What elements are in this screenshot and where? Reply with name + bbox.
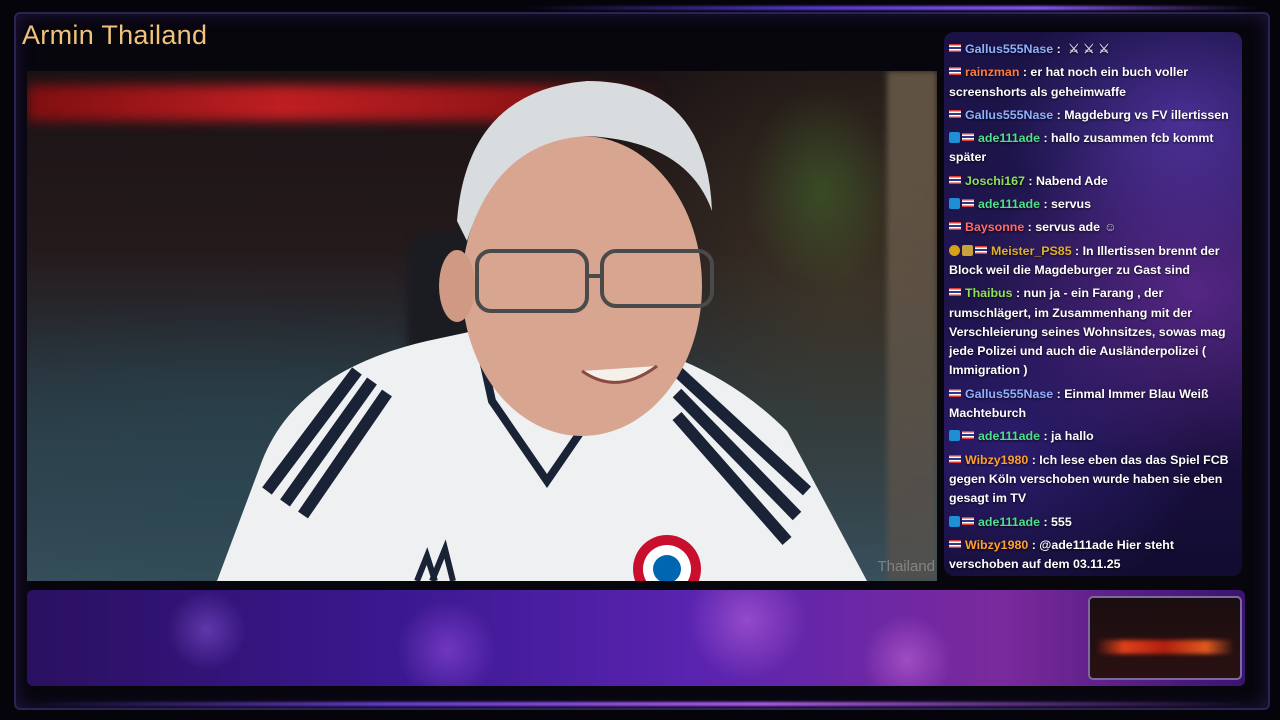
chat-separator: : <box>1019 65 1031 80</box>
chat-message: rainzman : er hat noch ein buch voller s… <box>949 63 1241 102</box>
chat-message: Wibzy1980 : @ade111ade Hier steht versch… <box>949 536 1241 575</box>
chat-username[interactable]: Meister_PS85 <box>991 244 1072 258</box>
thailand-flag-icon <box>949 175 961 184</box>
chat-username[interactable]: Gallus555Nase <box>965 387 1053 401</box>
thailand-flag-icon <box>949 222 961 231</box>
thailand-flag-icon <box>962 516 974 525</box>
chat-username[interactable]: Baysonne <box>965 220 1024 234</box>
chat-message: ade111ade : ja hallo <box>949 427 1241 446</box>
chat-username[interactable]: Wibzy1980 <box>965 538 1028 552</box>
chat-username[interactable]: Gallus555Nase <box>965 42 1053 56</box>
thailand-flag-icon <box>975 245 987 254</box>
chat-message: Joschi167 : Nabend Ade <box>949 172 1241 191</box>
chat-message-text: In Illertissen brennt der Block weil die… <box>949 243 1220 277</box>
chat-message-text: 555 <box>1051 514 1072 529</box>
webcam-video[interactable]: Thailand <box>27 71 937 581</box>
thailand-flag-icon <box>962 199 974 208</box>
preview-thumbnail <box>1088 596 1242 680</box>
frame-glow-bottom <box>30 702 1250 706</box>
thailand-flag-icon <box>962 431 974 440</box>
chat-message-text: Nabend Ade <box>1035 173 1108 188</box>
chat-username[interactable]: Joschi167 <box>965 174 1025 188</box>
streamer-figure <box>217 81 867 581</box>
sword-icon: ⚔ <box>1068 42 1080 56</box>
chat-separator: : <box>1028 452 1040 467</box>
chat-message-text: ja hallo <box>1051 429 1094 444</box>
chat-message-text: servus <box>1051 197 1091 212</box>
chat-separator: : <box>1024 173 1036 188</box>
chat-message: ade111ade : servus <box>949 195 1241 214</box>
chat-message-list[interactable]: Gallus555Nase : ⚔ ⚔ ⚔ rainzman : er hat noc… <box>949 40 1241 576</box>
thailand-flag-icon <box>949 44 961 52</box>
chat-message: Thaibus : nun ja - ein Farang , der rums… <box>949 284 1241 380</box>
chat-panel[interactable]: Gallus555Nase : ⚔ ⚔ ⚔ rainzman : er hat noc… <box>944 32 1242 576</box>
chat-message: Gallus555Nase : Einmal Immer Blau Weiß M… <box>949 385 1241 424</box>
chat-message: Gallus555Nase : ⚔ ⚔ ⚔ <box>949 40 1241 59</box>
chat-username[interactable]: ade111ade <box>978 515 1040 529</box>
bottom-banner <box>27 590 1245 686</box>
chat-message: ade111ade : 555 <box>949 513 1241 532</box>
chat-separator: : <box>1040 131 1052 146</box>
chat-message-text: servus ade <box>1035 220 1100 235</box>
chat-message-text: Magdeburg vs FV illertissen <box>1064 107 1229 122</box>
chat-username[interactable]: ade111ade <box>978 429 1040 443</box>
thailand-flag-icon <box>949 539 961 548</box>
channel-title: Armin Thailand <box>22 20 208 50</box>
prime-badge-icon[interactable] <box>949 515 960 527</box>
chat-username[interactable]: Thaibus <box>965 286 1013 300</box>
chat-separator: : <box>1040 429 1052 444</box>
thailand-flag-icon <box>949 388 961 397</box>
sword-icon: ⚔ <box>1083 42 1095 56</box>
chat-message: Baysonne : servus ade ☺ <box>949 218 1241 237</box>
chat-separator: : <box>1053 107 1065 122</box>
sub-badge-icon[interactable] <box>962 244 973 256</box>
chat-separator: : <box>1024 220 1036 235</box>
sword-icon: ⚔ <box>1098 42 1110 56</box>
thailand-flag-icon <box>949 288 961 297</box>
thailand-flag-icon <box>949 67 961 76</box>
prime-badge-icon[interactable] <box>949 430 960 442</box>
chat-separator: : <box>1028 537 1040 552</box>
prime-badge-icon[interactable] <box>949 198 960 210</box>
chat-message: Meister_PS85 : In Illertissen brennt der… <box>949 242 1241 281</box>
chat-username[interactable]: ade111ade <box>978 197 1040 211</box>
chat-username[interactable]: ade111ade <box>978 131 1040 145</box>
chat-separator: : <box>1053 42 1065 56</box>
frame-glow-top <box>520 6 1260 10</box>
thailand-flag-icon <box>949 454 961 463</box>
gold-badge-icon[interactable] <box>949 244 960 256</box>
video-watermark: Thailand <box>877 558 935 575</box>
chat-separator: : <box>1012 286 1024 301</box>
chat-username[interactable]: Wibzy1980 <box>965 453 1028 467</box>
prime-badge-icon[interactable] <box>949 132 960 144</box>
chat-separator: : <box>1040 514 1052 529</box>
chat-separator: : <box>1071 243 1083 258</box>
chat-message: Gallus555Nase : Magdeburg vs FV illertis… <box>949 106 1241 125</box>
thailand-flag-icon <box>962 133 974 142</box>
chat-message: Wibzy1980 : Ich lese eben das das Spiel … <box>949 451 1241 509</box>
emote-icon: ☺ <box>1103 220 1117 235</box>
thailand-flag-icon <box>949 109 961 118</box>
chat-username[interactable]: rainzman <box>965 65 1019 79</box>
chat-separator: : <box>1053 386 1065 401</box>
thumbnail-lights <box>1096 640 1234 654</box>
chat-separator: : <box>1040 197 1052 212</box>
chat-username[interactable]: Gallus555Nase <box>965 108 1053 122</box>
chat-message: ade111ade : hallo zusammen fcb kommt spä… <box>949 129 1241 168</box>
